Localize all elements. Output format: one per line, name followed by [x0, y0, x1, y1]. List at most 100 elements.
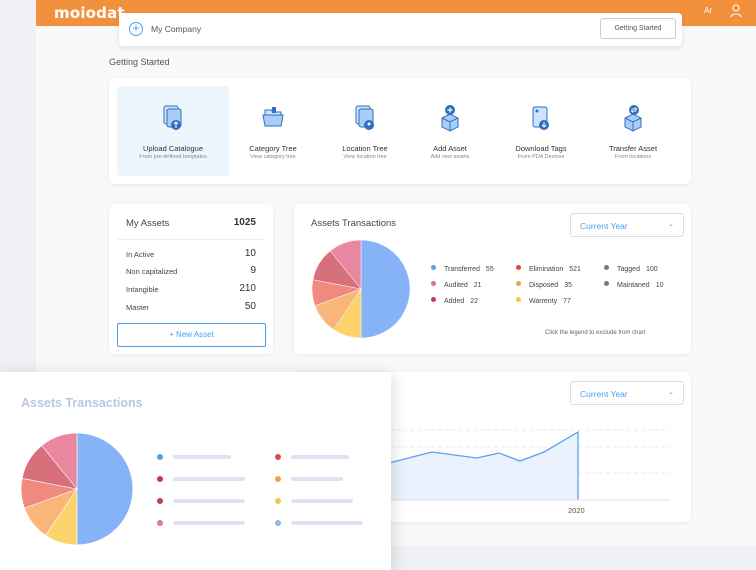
app-logo: moiodat: [54, 4, 125, 22]
legend-dot: [275, 476, 281, 482]
legend-label: Added: [444, 298, 465, 305]
transactions-popup: Assets Transactions: [0, 372, 391, 570]
action-subtitle: From locations: [614, 154, 652, 160]
line-area: [389, 432, 578, 500]
legend-placeholder-bar: [291, 521, 363, 525]
legend-dot: [157, 520, 163, 526]
transfer-asset-action[interactable]: Transfer Asset From locations: [577, 86, 689, 176]
legend-label: Elimination: [529, 266, 564, 273]
asset-row-label: Non capitalized: [126, 267, 178, 276]
legend-label: Audited: [444, 282, 468, 289]
plus-circle-icon[interactable]: +: [129, 22, 143, 36]
legend-item[interactable]: Tagged 100: [604, 265, 658, 275]
upload-icon: [163, 105, 182, 130]
transfer-box-icon: [624, 105, 642, 132]
popup-title: Assets Transactions: [21, 396, 143, 410]
location-file-icon: [355, 105, 374, 130]
legend-dot: [157, 498, 163, 504]
asset-row[interactable]: In Active 10: [126, 248, 256, 260]
slice-blue[interactable]: [360, 239, 411, 339]
new-asset-button[interactable]: + New Asset: [117, 323, 266, 347]
legend-placeholder-bar: [173, 521, 245, 525]
legend-dot: [604, 265, 609, 270]
download-tags-icon: [532, 106, 549, 130]
pie-slices: [20, 432, 134, 546]
asset-row[interactable]: Non capitalized 9: [126, 265, 256, 277]
language-switch[interactable]: Ar: [704, 6, 712, 15]
asset-row[interactable]: Master 50: [126, 301, 256, 313]
legend-item[interactable]: Elimination 521: [516, 265, 581, 275]
year-select[interactable]: Current Year ⌄: [570, 213, 684, 237]
card-title: Assets Transactions: [311, 218, 397, 229]
legend-item[interactable]: Warrenty 77: [516, 297, 571, 307]
legend-placeholder-bar: [173, 499, 245, 503]
company-name[interactable]: My Company: [151, 24, 201, 34]
legend-dot: [275, 520, 281, 526]
legend-item[interactable]: Added 22: [431, 297, 478, 307]
action-title: Transfer Asset: [608, 144, 658, 153]
legend-value: 10: [655, 282, 664, 289]
legend-dot: [157, 476, 163, 482]
year-select-value: Current Year: [580, 221, 628, 231]
x-tick-label: 2020: [568, 506, 585, 515]
action-title: Upload Catalogue: [142, 144, 204, 153]
asset-row-value: 9: [250, 265, 256, 276]
add-box-icon: [441, 105, 459, 132]
legend-value: 22: [470, 298, 479, 305]
action-subtitle: From pre-defined templates: [139, 154, 207, 160]
divider: [117, 239, 265, 240]
legend-value: 21: [473, 282, 482, 289]
asset-row-label: In Active: [126, 250, 155, 259]
legend-label: Transferred: [444, 266, 480, 273]
my-assets-card: My Assets 1025 In Active 10 Non capitali…: [109, 204, 273, 354]
legend-dot: [604, 281, 609, 286]
legend-item[interactable]: Audited 21: [431, 281, 482, 291]
legend-dot: [431, 265, 436, 270]
legend-item[interactable]: Disposed 35: [516, 281, 572, 291]
legend-value: 77: [563, 298, 571, 305]
assets-total: 1025: [233, 217, 256, 228]
asset-row-value: 10: [244, 248, 256, 259]
asset-row[interactable]: Intangible 210: [126, 283, 256, 295]
legend-hint: Click the legend to exclude from chart: [545, 330, 646, 336]
legend-value: 55: [485, 266, 494, 273]
pie-slices: [311, 239, 411, 339]
legend-dot: [516, 297, 521, 302]
card-title: My Assets: [126, 218, 170, 229]
legend-dot: [275, 454, 281, 460]
legend-label: Disposed: [529, 282, 559, 289]
legend-placeholder-bar: [291, 477, 343, 481]
chevron-down-icon: ⌄: [668, 221, 674, 228]
legend-label: Tagged: [617, 266, 640, 273]
assets-transactions-card: Assets Transactions Current Year ⌄ Trans…: [294, 204, 691, 354]
quick-actions-card: Upload Catalogue From pre-defined templa…: [109, 78, 691, 184]
asset-row-label: Intangible: [126, 285, 159, 294]
legend-value: 521: [569, 266, 581, 273]
transactions-pie: [311, 239, 411, 339]
legend-item[interactable]: Maintaned 10: [604, 281, 664, 291]
legend-label: Maintaned: [617, 282, 650, 289]
legend-dot: [275, 498, 281, 504]
slice-blue[interactable]: [76, 432, 134, 546]
upload-catalogue-action[interactable]: Upload Catalogue From pre-defined templa…: [117, 86, 229, 176]
asset-row-value: 50: [244, 301, 256, 312]
section-title: Getting Started: [109, 57, 170, 67]
legend-placeholder-bar: [173, 477, 245, 481]
popup-pie: [20, 432, 134, 546]
legend-dot: [516, 281, 521, 286]
legend-dot: [516, 265, 521, 270]
legend-item[interactable]: Transferred 55: [431, 265, 494, 275]
folders-icon: [262, 107, 284, 127]
legend-placeholder-bar: [173, 455, 231, 459]
legend-value: 35: [564, 282, 572, 289]
getting-started-button[interactable]: Getting Started: [600, 18, 676, 39]
legend-dot: [157, 454, 163, 460]
user-icon[interactable]: [730, 4, 742, 18]
legend-placeholder-bar: [291, 499, 353, 503]
asset-row-value: 210: [239, 283, 256, 294]
legend-label: Warrenty: [529, 298, 558, 305]
legend-placeholder-bar: [291, 455, 349, 459]
asset-row-label: Master: [126, 303, 149, 312]
legend-dot: [431, 281, 436, 286]
company-bar: + My Company Getting Started: [119, 13, 682, 46]
